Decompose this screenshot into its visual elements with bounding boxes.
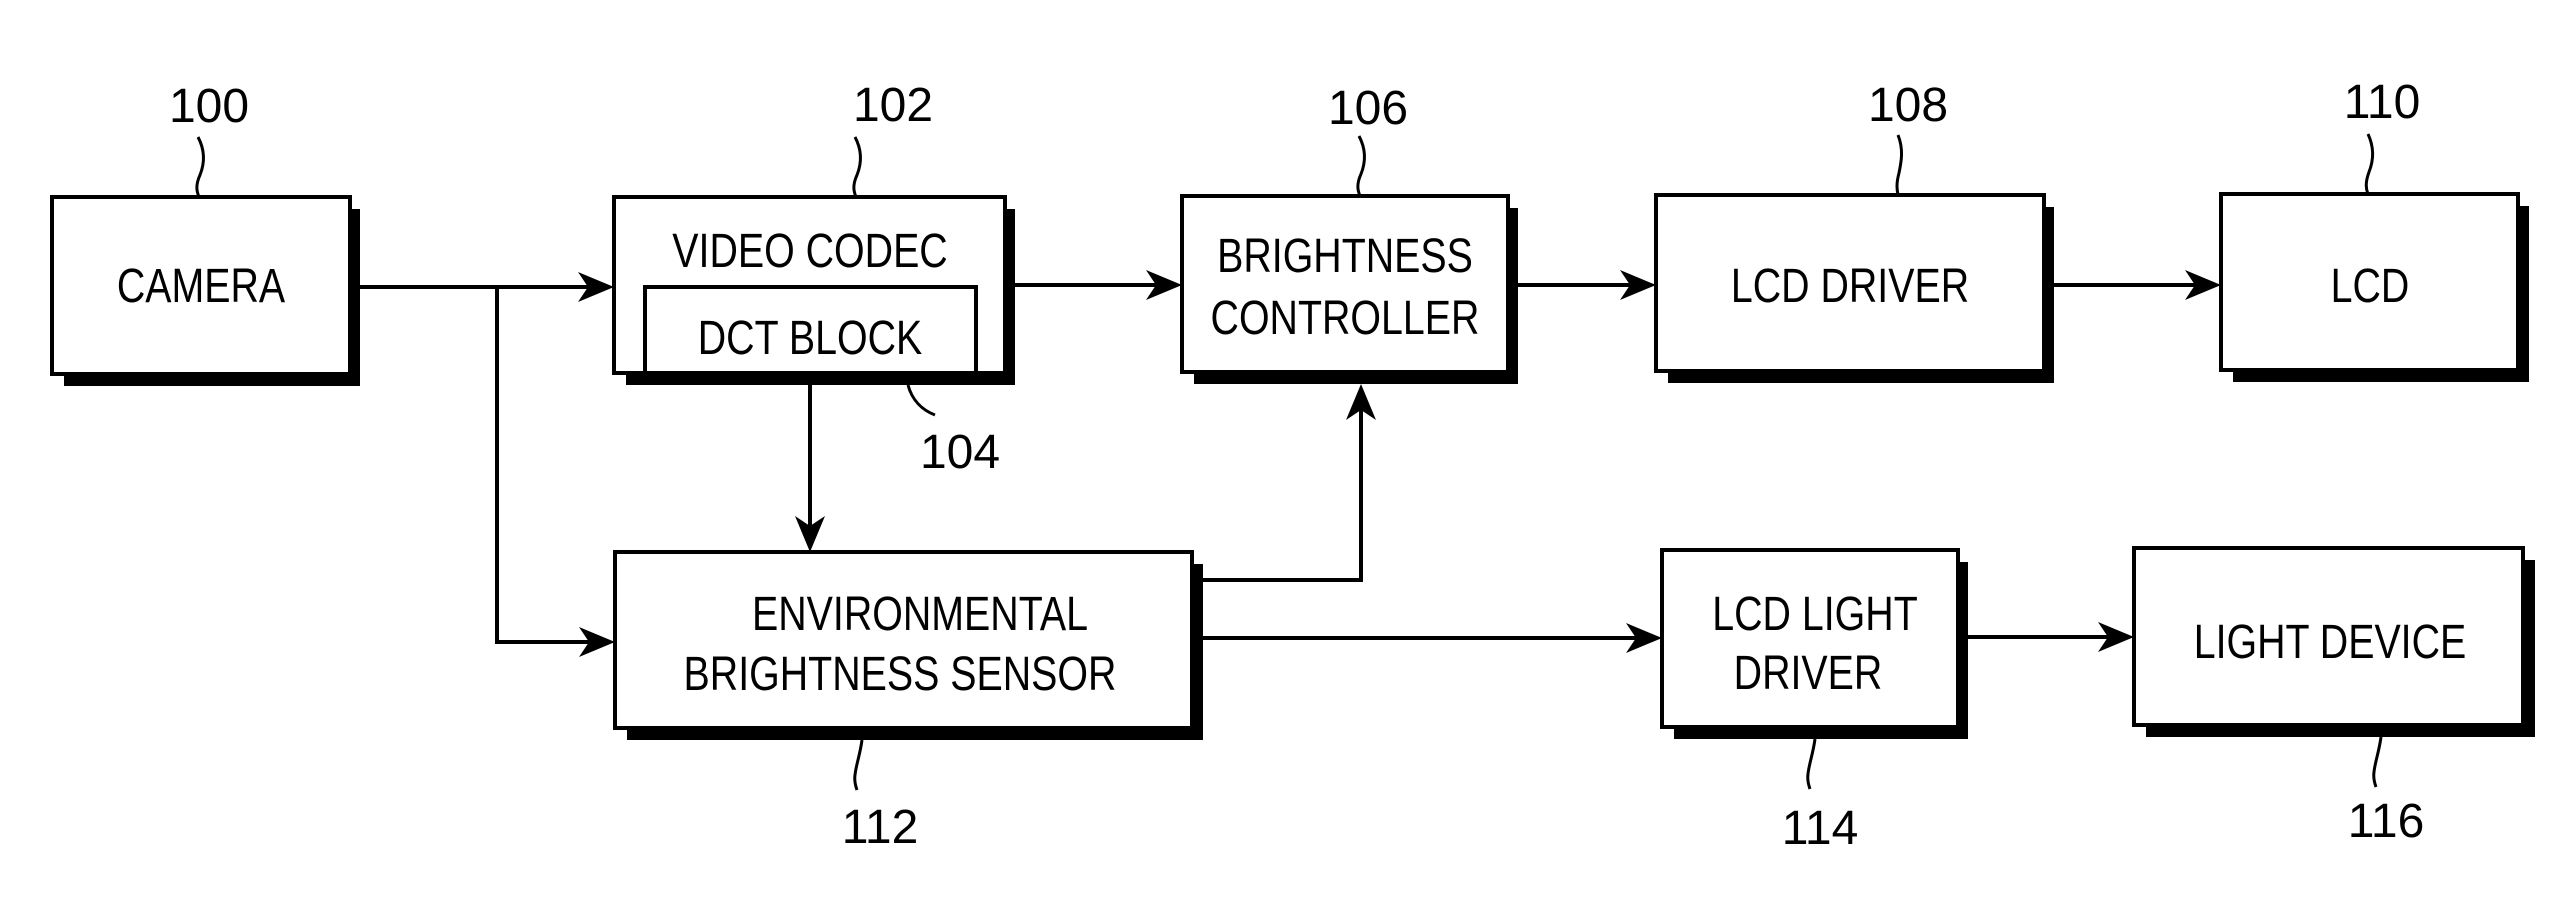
block-label: CONTROLLER — [1211, 291, 1480, 345]
block-diagram: CAMERA VIDEO CODEC DCT BLOCK BRIGHTNESS … — [50, 76, 2535, 855]
ref-number-102: 102 — [853, 79, 933, 132]
leader-104 — [906, 384, 936, 417]
block-video-codec: VIDEO CODEC DCT BLOCK — [612, 195, 1015, 385]
leader-100 — [195, 136, 205, 198]
block-lcd-driver: LCD DRIVER — [1654, 193, 2054, 383]
leader-112 — [853, 739, 864, 791]
wire-camera-to-env-sensor — [495, 287, 592, 644]
block-label: DRIVER — [1734, 646, 1883, 700]
leader-108 — [1895, 134, 1903, 196]
block-label: LCD — [2331, 259, 2410, 313]
block-label: BRIGHTNESS SENSOR — [684, 647, 1117, 701]
leader-116 — [2372, 736, 2383, 788]
block-label: ENVIRONMENTAL — [752, 587, 1088, 641]
block-label: LCD LIGHT — [1712, 587, 1918, 641]
leader-106 — [1356, 135, 1366, 197]
block-label: DCT BLOCK — [698, 311, 922, 365]
leader-110 — [2364, 133, 2375, 195]
ref-number-114: 114 — [1782, 802, 1859, 855]
block-label: CAMERA — [117, 259, 286, 313]
ref-number-110: 110 — [2344, 76, 2421, 129]
ref-number-116: 116 — [2348, 795, 2425, 848]
wire-env-sensor-to-brightness-controller — [1203, 406, 1363, 582]
ref-number-100: 100 — [169, 80, 249, 133]
ref-number-112: 112 — [842, 801, 919, 854]
leader-114 — [1806, 738, 1817, 790]
block-dct: DCT BLOCK — [643, 285, 978, 375]
block-label: LCD DRIVER — [1731, 259, 1969, 313]
block-lcd-light-driver: LCD LIGHT DRIVER — [1660, 548, 1968, 739]
block-lcd: LCD — [2219, 192, 2529, 382]
leader-102 — [852, 136, 862, 198]
ref-number-106: 106 — [1328, 82, 1408, 135]
ref-number-104: 104 — [920, 426, 1000, 479]
block-brightness-controller: BRIGHTNESS CONTROLLER — [1180, 194, 1518, 384]
block-camera: CAMERA — [50, 195, 360, 386]
block-label: BRIGHTNESS — [1217, 229, 1473, 283]
block-environmental-brightness-sensor: ENVIRONMENTAL BRIGHTNESS SENSOR — [613, 550, 1203, 740]
block-label: VIDEO CODEC — [672, 224, 947, 278]
block-light-device: LIGHT DEVICE — [2132, 546, 2535, 737]
ref-number-108: 108 — [1868, 79, 1948, 132]
block-frame — [1180, 194, 1510, 374]
block-label: LIGHT DEVICE — [2194, 615, 2467, 669]
